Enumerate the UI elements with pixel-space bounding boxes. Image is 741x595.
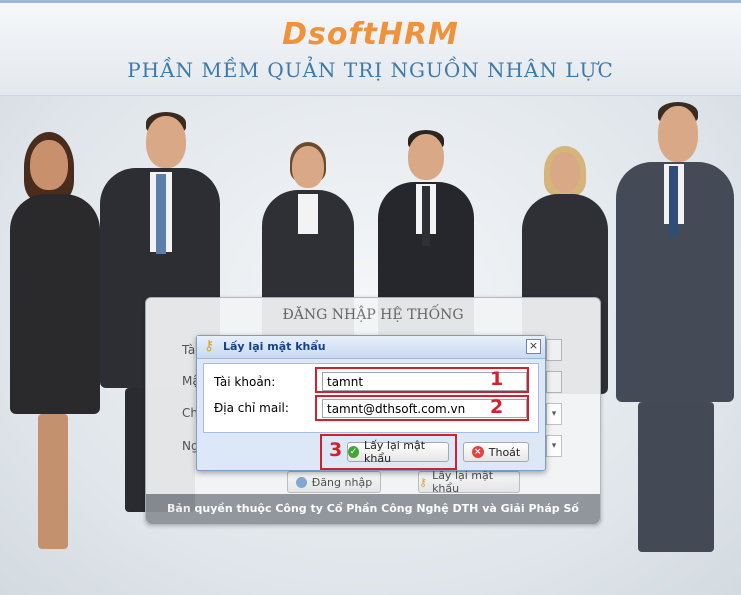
login-account-input[interactable] xyxy=(546,339,562,361)
cancel-icon: × xyxy=(471,446,484,458)
annotation-number-3: 3 xyxy=(329,439,343,461)
login-title: ĐĂNG NHẬP HỆ THỐNG xyxy=(282,307,464,323)
login-button[interactable]: Đăng nhập xyxy=(287,471,381,493)
key-icon: ⚷ xyxy=(204,338,215,354)
person-figure xyxy=(10,132,105,552)
user-icon xyxy=(295,476,307,488)
key-icon: ⚷ xyxy=(419,475,428,489)
annotation-number-1: 1 xyxy=(490,368,504,390)
login-language-select[interactable]: ▾ xyxy=(546,435,562,457)
exit-button-label: Thoát xyxy=(488,445,521,459)
login-button-label: Đăng nhập xyxy=(311,475,373,489)
exit-button[interactable]: × Thoát xyxy=(463,442,529,462)
copyright-footer: Bản quyền thuộc Công ty Cổ Phần Công Ngh… xyxy=(146,494,600,524)
dialog-header: ⚷ Lấy lại mật khẩu × xyxy=(197,336,545,359)
app-subtitle: PHẦN MỀM QUẢN TRỊ NGUỒN NHÂN LỰC xyxy=(127,58,614,82)
person-figure xyxy=(616,102,734,562)
annotation-number-2: 2 xyxy=(490,396,504,418)
login-password-input[interactable] xyxy=(546,371,562,393)
login-branch-select[interactable]: ▾ xyxy=(546,403,562,425)
login-recover-button[interactable]: ⚷ Lấy lại mật khẩu xyxy=(418,469,520,495)
account-label: Tài khoản: xyxy=(214,375,276,389)
login-label-account: Tà xyxy=(182,343,196,357)
close-icon[interactable]: × xyxy=(526,339,541,354)
email-label: Địa chỉ mail: xyxy=(214,401,289,415)
app-logo: DsoftHRM xyxy=(282,17,459,52)
dialog-title: Lấy lại mật khẩu xyxy=(223,340,326,353)
login-recover-label: Lấy lại mật khẩu xyxy=(432,469,494,495)
header-banner: DsoftHRM PHẦN MỀM QUẢN TRỊ NGUỒN NHÂN LỰ… xyxy=(0,3,741,96)
